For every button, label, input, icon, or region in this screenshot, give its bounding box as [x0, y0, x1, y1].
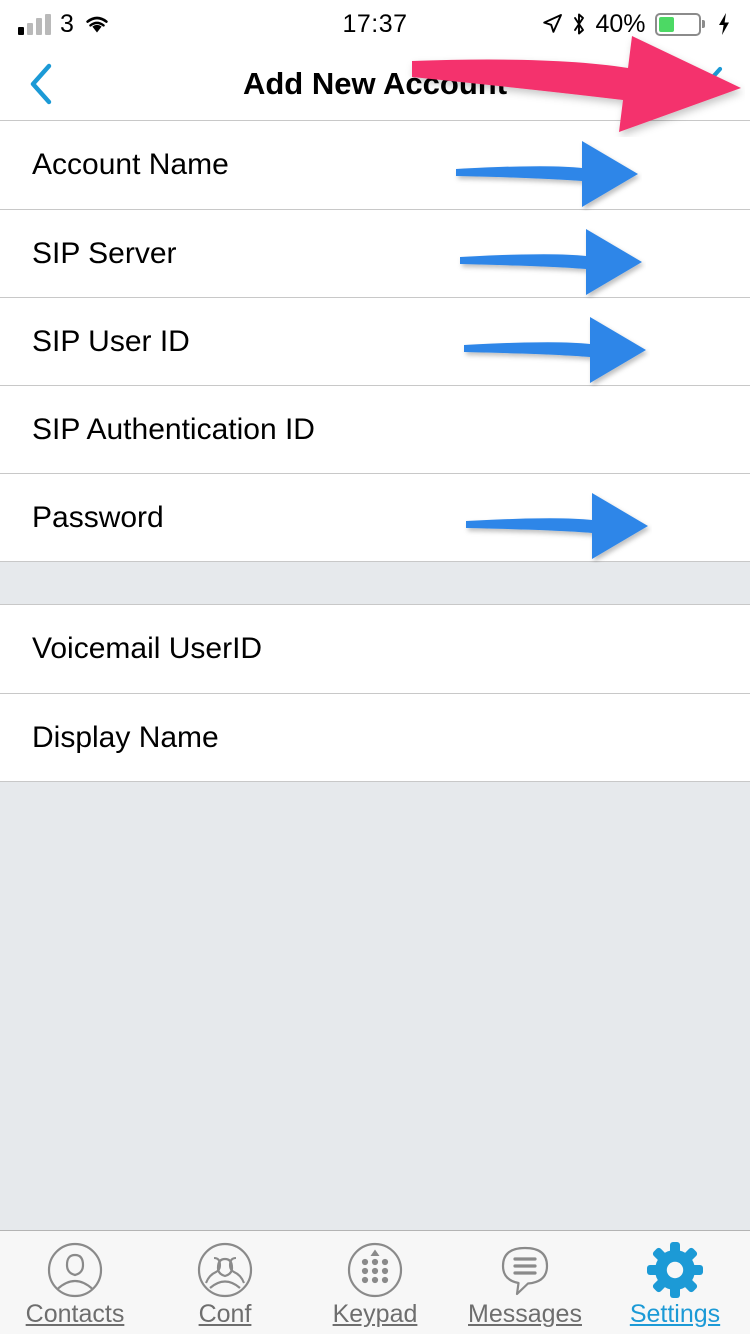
status-bar-right: 40% — [375, 10, 732, 39]
back-button[interactable] — [26, 62, 64, 106]
contact-person-icon — [45, 1240, 105, 1300]
battery-percent-label: 40% — [595, 9, 646, 38]
tab-label: Contacts — [25, 1300, 125, 1328]
row-sip-user-id[interactable]: SIP User ID — [0, 297, 750, 385]
row-label: SIP User ID — [32, 324, 190, 358]
row-sip-authentication-id[interactable]: SIP Authentication ID — [0, 385, 750, 473]
tab-messages[interactable]: Messages — [450, 1231, 600, 1334]
confirm-checkmark-button[interactable] — [676, 62, 724, 106]
location-arrow-icon — [541, 13, 563, 35]
settings-form: Account Name SIP Server SIP User ID SIP … — [0, 121, 750, 1230]
keypad-dots-icon — [345, 1240, 405, 1300]
charging-bolt-icon — [714, 12, 732, 36]
section-separator — [0, 562, 750, 604]
phone-screen: 3 17:37 40% Add New Account Account Name… — [0, 0, 750, 1334]
empty-area — [0, 782, 750, 1220]
tab-label: Settings — [629, 1300, 721, 1328]
row-label: SIP Server — [32, 236, 177, 270]
message-bubble-icon — [495, 1240, 555, 1300]
status-bar: 3 17:37 40% — [0, 0, 750, 48]
row-display-name[interactable]: Display Name — [0, 693, 750, 781]
row-sip-server[interactable]: SIP Server — [0, 209, 750, 297]
row-label: Account Name — [32, 148, 229, 181]
tab-settings[interactable]: Settings — [600, 1231, 750, 1334]
tab-label: Messages — [468, 1300, 582, 1328]
bluetooth-icon — [572, 12, 586, 36]
page-title: Add New Account — [242, 66, 508, 101]
row-voicemail-userid[interactable]: Voicemail UserID — [0, 605, 750, 693]
tab-conf[interactable]: Conf — [150, 1231, 300, 1334]
row-label: Display Name — [32, 720, 219, 754]
checkmark-icon — [679, 66, 723, 100]
tab-label: Conf — [198, 1300, 252, 1328]
tab-contacts[interactable]: Contacts — [0, 1231, 150, 1334]
gear-icon — [645, 1240, 705, 1300]
conference-group-icon — [195, 1240, 255, 1300]
form-group-voicemail: Voicemail UserID Display Name — [0, 604, 750, 782]
chevron-left-icon — [30, 63, 52, 105]
row-label: Password — [32, 500, 164, 534]
tab-keypad[interactable]: Keypad — [300, 1231, 450, 1334]
row-label: SIP Authentication ID — [32, 412, 315, 446]
row-label: Voicemail UserID — [32, 632, 263, 665]
tab-label: Keypad — [332, 1300, 418, 1328]
battery-icon — [654, 12, 705, 36]
row-account-name[interactable]: Account Name — [0, 121, 750, 209]
row-password[interactable]: Password — [0, 473, 750, 561]
navigation-bar: Add New Account — [0, 48, 750, 121]
tab-bar: Contacts Conf Keypad Messages Settings — [0, 1230, 750, 1334]
form-group-account: Account Name SIP Server SIP User ID SIP … — [0, 121, 750, 562]
